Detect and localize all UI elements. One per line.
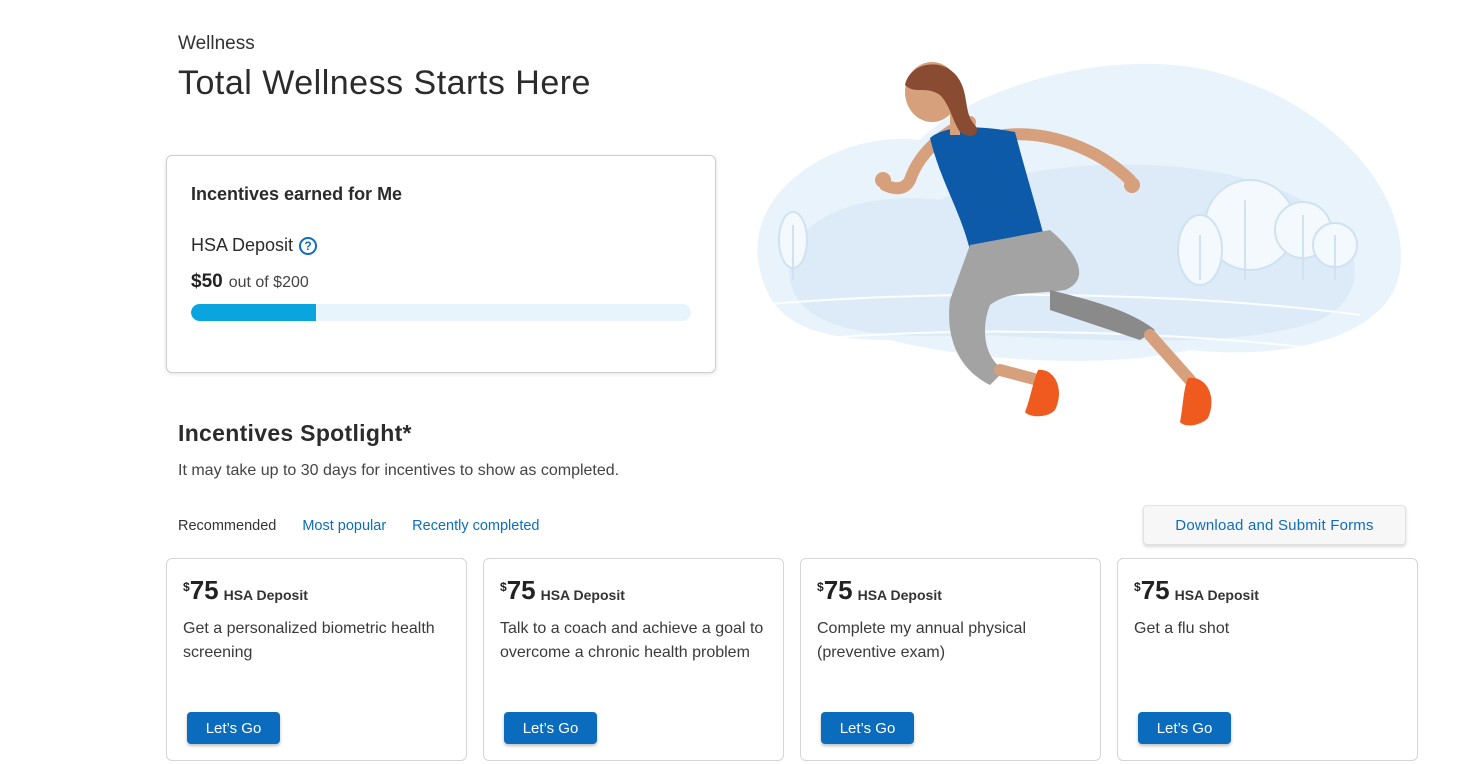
incentive-amount: 75 [1140,575,1170,605]
lets-go-button[interactable]: Let’s Go [187,712,280,744]
incentive-description: Get a flu shot [1134,620,1230,637]
lets-go-button[interactable]: Let’s Go [1138,712,1231,744]
progress-fill [191,304,316,321]
incentive-description: Complete my annual physical (preventive … [817,620,1026,661]
incentive-kind: HSA Deposit [540,587,625,603]
incentive-price: $ 75 HSA Deposit [1134,577,1259,603]
tab-recently-completed[interactable]: Recently completed [412,518,539,534]
incentive-kind: HSA Deposit [857,587,942,603]
lets-go-button[interactable]: Let’s Go [821,712,914,744]
incentive-description: Get a personalized biometric health scre… [183,620,435,661]
page-title: Total Wellness Starts Here [178,64,591,102]
lets-go-button[interactable]: Let’s Go [504,712,597,744]
progress-bar [191,304,691,321]
incentive-kind: HSA Deposit [1174,587,1259,603]
currency-symbol: $ [817,580,824,594]
spotlight-tabs: Recommended Most popular Recently comple… [178,518,540,534]
incentive-card: $ 75 HSA Deposit Talk to a coach and ach… [483,558,784,761]
download-submit-forms-button[interactable]: Download and Submit Forms [1143,505,1406,545]
total-amount: out of $200 [228,274,309,291]
runner-illustration [757,62,1401,426]
incentive-price: $ 75 HSA Deposit [817,577,942,603]
spotlight-title: Incentives Spotlight* [178,420,412,446]
incentive-price: $ 75 HSA Deposit [183,577,308,603]
tab-recommended[interactable]: Recommended [178,518,276,534]
incentive-amount: 75 [189,575,219,605]
question-circle-icon[interactable]: ? [299,236,318,255]
currency-symbol: $ [1134,580,1141,594]
earned-amount: $50 [191,271,223,292]
tab-most-popular[interactable]: Most popular [302,518,386,534]
spotlight-note: It may take up to 30 days for incentives… [178,462,620,479]
page-eyebrow: Wellness [178,33,255,54]
incentive-card: $ 75 HSA Deposit Complete my annual phys… [800,558,1101,761]
incentive-price: $ 75 HSA Deposit [500,577,625,603]
incentive-kind: HSA Deposit [223,587,308,603]
incentive-cards: $ 75 HSA Deposit Get a personalized biom… [166,558,1420,762]
incentive-amount: $50 out of $200 [191,271,309,293]
incentive-card: $ 75 HSA Deposit Get a personalized biom… [166,558,467,761]
incentive-card: $ 75 HSA Deposit Get a flu shot Let’s Go [1117,558,1418,761]
currency-symbol: $ [500,580,507,594]
incentive-description: Talk to a coach and achieve a goal to ov… [500,620,764,661]
currency-symbol: $ [183,580,190,594]
incentives-card-title: Incentives earned for Me [191,184,403,204]
incentive-amount: 75 [506,575,536,605]
hsa-deposit-row: HSA Deposit ? [191,235,318,256]
wellness-page: Wellness Total Wellness Starts Here Ince… [0,0,1470,764]
incentives-earned-card: Incentives earned for Me HSA Deposit ? $… [166,155,716,373]
incentive-amount: 75 [823,575,853,605]
hsa-deposit-label: HSA Deposit [191,235,294,255]
